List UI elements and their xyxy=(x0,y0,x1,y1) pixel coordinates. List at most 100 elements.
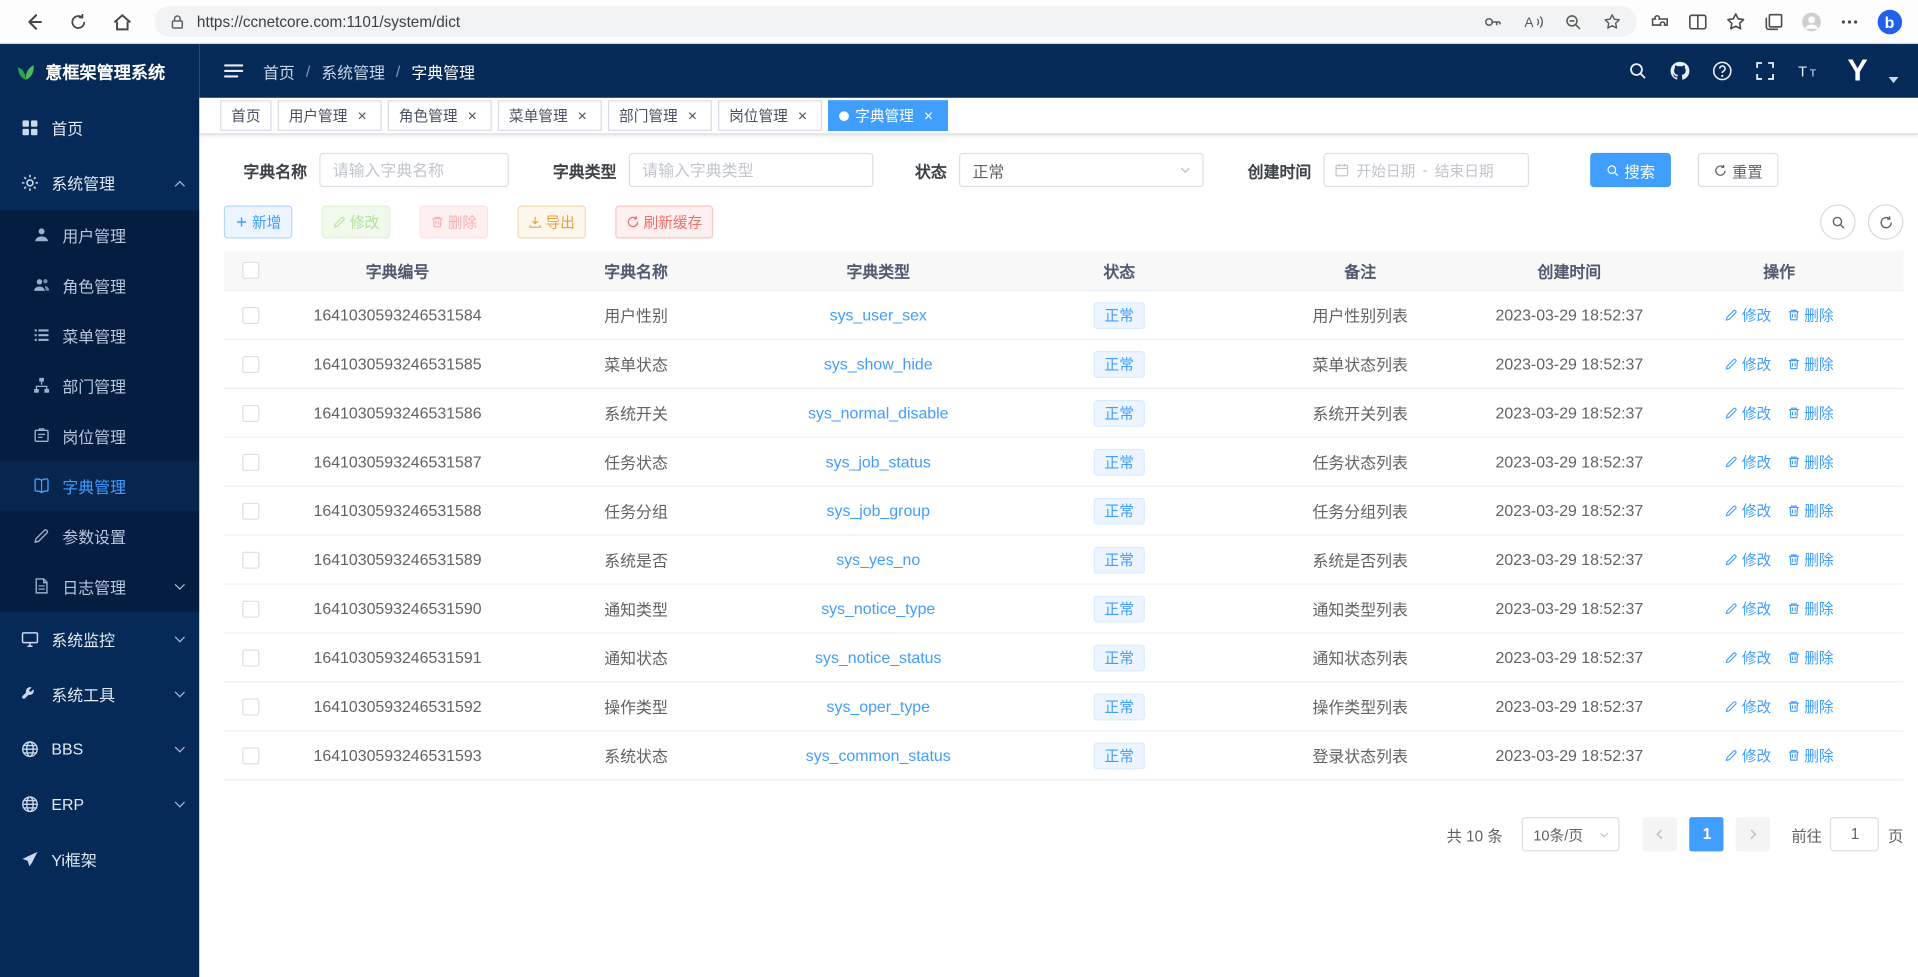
row-edit-button[interactable]: 修改 xyxy=(1725,354,1772,375)
tab-home[interactable]: 首页 xyxy=(220,100,271,131)
row-delete-button[interactable]: 删除 xyxy=(1787,745,1834,766)
sidebar-item-bbs[interactable]: BBS xyxy=(0,722,199,777)
dict-type-link[interactable]: sys_common_status xyxy=(806,746,951,764)
bing-sidebar-icon[interactable] xyxy=(1876,8,1903,35)
row-delete-button[interactable]: 删除 xyxy=(1787,354,1834,375)
row-edit-button[interactable]: 修改 xyxy=(1725,549,1772,570)
close-icon[interactable]: × xyxy=(684,107,701,124)
search-button[interactable]: 搜索 xyxy=(1590,153,1671,187)
profile-avatar[interactable] xyxy=(1801,10,1823,32)
close-icon[interactable]: × xyxy=(574,107,591,124)
tab-menu-management[interactable]: 菜单管理 × xyxy=(498,100,602,131)
toggle-search-button[interactable] xyxy=(1820,204,1855,239)
delete-button[interactable]: 删除 xyxy=(420,205,489,238)
row-edit-button[interactable]: 修改 xyxy=(1725,696,1772,717)
row-checkbox[interactable] xyxy=(242,453,259,470)
row-edit-button[interactable]: 修改 xyxy=(1725,500,1772,521)
dict-type-link[interactable]: sys_oper_type xyxy=(827,697,930,715)
export-button[interactable]: 导出 xyxy=(517,205,586,238)
row-edit-button[interactable]: 修改 xyxy=(1725,402,1772,423)
dict-type-link[interactable]: sys_job_group xyxy=(827,502,930,520)
zoom-out-icon[interactable] xyxy=(1563,12,1583,32)
font-size-icon[interactable] xyxy=(1797,60,1819,82)
browser-back-button[interactable] xyxy=(16,4,53,38)
select-all-checkbox[interactable] xyxy=(242,262,259,279)
tab-post-management[interactable]: 岗位管理 × xyxy=(718,100,822,131)
close-icon[interactable]: × xyxy=(794,107,811,124)
dict-type-link[interactable]: sys_user_sex xyxy=(830,306,927,324)
row-checkbox[interactable] xyxy=(242,649,259,666)
dict-type-link[interactable]: sys_notice_type xyxy=(821,599,935,617)
row-delete-button[interactable]: 删除 xyxy=(1787,549,1834,570)
date-range-picker[interactable]: 开始日期 - 结束日期 xyxy=(1324,153,1529,187)
sidebar-item-system-management[interactable]: 系统管理 xyxy=(0,155,199,210)
sidebar-item-user-management[interactable]: 用户管理 xyxy=(0,210,199,260)
row-delete-button[interactable]: 删除 xyxy=(1787,402,1834,423)
reset-button[interactable]: 重置 xyxy=(1698,153,1779,187)
row-checkbox[interactable] xyxy=(242,551,259,568)
hamburger-icon[interactable] xyxy=(223,60,245,82)
dict-name-input[interactable] xyxy=(319,153,509,187)
add-button[interactable]: 新增 xyxy=(224,205,293,238)
split-screen-icon[interactable] xyxy=(1687,10,1709,32)
row-delete-button[interactable]: 删除 xyxy=(1787,500,1834,521)
page-number-1[interactable]: 1 xyxy=(1690,817,1724,851)
browser-refresh-button[interactable] xyxy=(60,4,97,38)
dict-type-link[interactable]: sys_notice_status xyxy=(815,648,941,666)
edit-button[interactable]: 修改 xyxy=(322,205,391,238)
sidebar-item-role-management[interactable]: 角色管理 xyxy=(0,261,199,311)
sidebar-item-dept-management[interactable]: 部门管理 xyxy=(0,361,199,411)
refresh-table-button[interactable] xyxy=(1868,204,1903,239)
app-logo[interactable]: 意框架管理系统 xyxy=(0,44,199,100)
row-delete-button[interactable]: 删除 xyxy=(1787,696,1834,717)
tab-dept-management[interactable]: 部门管理 × xyxy=(608,100,712,131)
next-page-button[interactable] xyxy=(1736,817,1770,851)
sidebar-item-system-tools[interactable]: 系统工具 xyxy=(0,667,199,722)
status-select[interactable]: 正常 xyxy=(959,153,1204,187)
row-delete-button[interactable]: 删除 xyxy=(1787,598,1834,619)
breadcrumb-system-management[interactable]: 系统管理 xyxy=(321,59,385,82)
browser-home-button[interactable] xyxy=(104,4,141,38)
row-edit-button[interactable]: 修改 xyxy=(1725,451,1772,472)
row-checkbox[interactable] xyxy=(242,404,259,421)
saved-password-key-icon[interactable] xyxy=(1483,12,1503,32)
close-icon[interactable]: × xyxy=(464,107,481,124)
goto-page-input[interactable] xyxy=(1831,817,1880,851)
dict-type-link[interactable]: sys_normal_disable xyxy=(808,404,949,422)
breadcrumb-home[interactable]: 首页 xyxy=(263,59,295,82)
tab-dict-management[interactable]: 字典管理 × xyxy=(828,100,948,131)
tab-user-management[interactable]: 用户管理 × xyxy=(278,100,382,131)
prev-page-button[interactable] xyxy=(1643,817,1677,851)
extensions-icon[interactable] xyxy=(1649,10,1671,32)
search-icon[interactable] xyxy=(1628,61,1648,81)
dict-type-link[interactable]: sys_show_hide xyxy=(824,355,933,373)
sidebar-item-dict-management[interactable]: 字典管理 xyxy=(0,461,199,511)
row-checkbox[interactable] xyxy=(242,502,259,519)
sidebar-item-home[interactable]: 首页 xyxy=(0,100,199,155)
row-checkbox[interactable] xyxy=(242,698,259,715)
close-icon[interactable]: × xyxy=(354,107,371,124)
browser-menu-icon[interactable] xyxy=(1838,10,1860,32)
add-favorite-star-icon[interactable] xyxy=(1602,12,1622,32)
row-edit-button[interactable]: 修改 xyxy=(1725,745,1772,766)
dict-type-link[interactable]: sys_yes_no xyxy=(836,550,920,568)
refresh-cache-button[interactable]: 刷新缓存 xyxy=(615,205,713,238)
sidebar-item-post-management[interactable]: 岗位管理 xyxy=(0,411,199,461)
row-checkbox[interactable] xyxy=(242,747,259,764)
dict-type-input[interactable] xyxy=(629,153,874,187)
sidebar-item-menu-management[interactable]: 菜单管理 xyxy=(0,311,199,361)
favorites-icon[interactable] xyxy=(1725,10,1747,32)
read-aloud-icon[interactable] xyxy=(1522,10,1544,32)
row-checkbox[interactable] xyxy=(242,306,259,323)
tab-role-management[interactable]: 角色管理 × xyxy=(388,100,492,131)
sidebar-item-system-monitor[interactable]: 系统监控 xyxy=(0,612,199,667)
row-checkbox[interactable] xyxy=(242,355,259,372)
row-delete-button[interactable]: 删除 xyxy=(1787,647,1834,668)
row-edit-button[interactable]: 修改 xyxy=(1725,647,1772,668)
address-bar[interactable]: https://ccnetcore.com:1101/system/dict xyxy=(154,6,1637,37)
github-icon[interactable] xyxy=(1669,60,1691,82)
row-delete-button[interactable]: 删除 xyxy=(1787,451,1834,472)
dict-type-link[interactable]: sys_job_status xyxy=(826,453,931,471)
page-size-select[interactable]: 10条/页 xyxy=(1522,817,1620,851)
close-icon[interactable]: × xyxy=(920,107,937,124)
